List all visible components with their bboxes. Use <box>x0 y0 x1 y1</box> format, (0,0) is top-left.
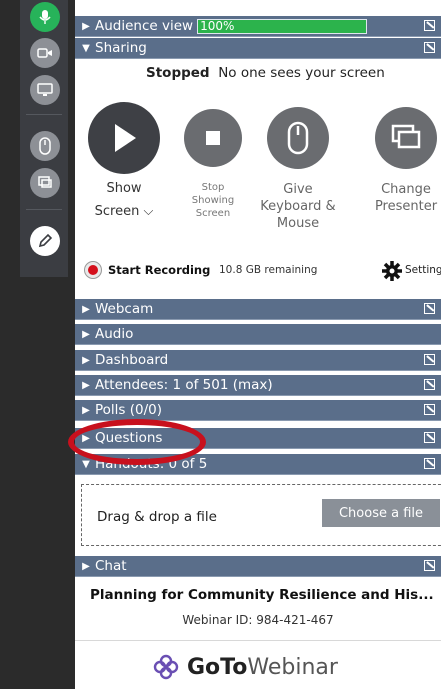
popout-icon[interactable] <box>424 354 435 365</box>
record-icon[interactable] <box>84 261 102 279</box>
chevron-down-icon: ⌵ <box>143 204 154 219</box>
screen-select-value: Screen <box>94 204 140 219</box>
audio-label: Audio <box>95 326 134 342</box>
recording-row: Start Recording 10.8 GB remaining Settin… <box>75 257 441 283</box>
expand-arrow-icon: ▶ <box>82 404 90 416</box>
divider <box>75 640 441 641</box>
start-recording-button[interactable]: Start Recording <box>108 263 210 277</box>
choose-file-button[interactable]: Choose a file <box>322 499 440 527</box>
dashboard-bar[interactable]: ▶ Dashboard <box>75 350 441 371</box>
collapse-arrow-icon: ▼ <box>82 458 90 470</box>
sharing-status: Stopped No one sees your screen <box>75 65 441 81</box>
status-text: No one sees your screen <box>218 65 385 81</box>
expand-arrow-icon: ▶ <box>82 328 90 340</box>
storage-remaining: 10.8 GB remaining <box>219 264 318 276</box>
vertical-toolbar <box>20 0 68 277</box>
zoom-meter[interactable]: 100% <box>197 18 368 34</box>
mouse-icon[interactable] <box>267 107 329 169</box>
gear-icon <box>382 261 402 281</box>
give-keyboard-mouse-action[interactable]: Give Keyboard & Mouse <box>253 107 343 232</box>
stop-line2: Showing <box>191 195 235 206</box>
status-bold: Stopped <box>146 65 210 81</box>
change-line1: Change <box>381 182 431 197</box>
pen-icon[interactable] <box>30 226 60 256</box>
toolbar-divider <box>26 209 62 210</box>
logo-webinar: Webinar <box>247 654 338 680</box>
change-caption: Change Presenter <box>361 181 441 215</box>
mouse-icon[interactable] <box>30 131 60 161</box>
expand-arrow-icon: ▶ <box>82 354 90 366</box>
highlight-circle <box>68 419 206 465</box>
popout-icon[interactable] <box>424 20 435 31</box>
popout-icon[interactable] <box>424 303 435 314</box>
presenter-icon[interactable] <box>30 168 60 198</box>
popout-icon[interactable] <box>424 42 435 53</box>
give-line3: Mouse <box>276 216 320 231</box>
panel-gap <box>68 0 75 689</box>
left-edge <box>0 0 20 689</box>
webinar-id: Webinar ID: 984-421-467 <box>182 613 334 627</box>
stop-line1: Stop <box>201 182 225 193</box>
handouts-section: Drag & drop a file Choose a file <box>75 476 441 554</box>
popout-icon[interactable] <box>424 379 435 390</box>
webcam-icon[interactable] <box>30 38 60 68</box>
gotowebinar-logo: GoToWebinar <box>153 652 338 682</box>
give-caption: Give Keyboard & Mouse <box>253 181 343 232</box>
attendees-bar[interactable]: ▶ Attendees: 1 of 501 (max) <box>75 375 441 396</box>
audience-view-label: Audience view <box>95 18 194 34</box>
change-line2: Presenter <box>374 199 438 214</box>
attendees-label: Attendees: 1 of 501 (max) <box>95 377 273 393</box>
webcam-label: Webcam <box>95 301 154 317</box>
audience-view-bar[interactable]: ▶ Audience view 100% <box>75 16 441 37</box>
audio-bar[interactable]: ▶ Audio <box>75 324 441 345</box>
recording-settings-button[interactable]: Settings <box>381 260 441 281</box>
webcam-bar[interactable]: ▶ Webcam <box>75 299 441 320</box>
screen-select[interactable]: Screen ⌵ <box>79 203 169 220</box>
microphone-icon[interactable] <box>30 2 60 32</box>
chat-bar[interactable]: ▶ Chat <box>75 556 441 577</box>
webinar-title-text: Planning for Community Resilience and Hi… <box>90 587 434 603</box>
sharing-section: Stopped No one sees your screen Show Scr… <box>75 59 441 259</box>
control-panel: ▶ Audience view 100% ▼ Sharing Stopped N… <box>75 0 441 689</box>
chat-label: Chat <box>95 558 127 574</box>
give-line1: Give <box>283 182 313 197</box>
popout-icon[interactable] <box>424 560 435 571</box>
settings-label: Settings <box>405 264 441 276</box>
flower-logo-icon <box>153 654 179 680</box>
popout-icon[interactable] <box>424 432 435 443</box>
drop-text: Drag & drop a file <box>97 509 217 525</box>
sharing-label: Sharing <box>95 40 147 56</box>
popout-icon[interactable] <box>424 458 435 469</box>
stop-icon[interactable] <box>184 109 242 167</box>
logo-goto: GoTo <box>187 654 248 680</box>
sharing-bar[interactable]: ▼ Sharing <box>75 38 441 59</box>
polls-bar[interactable]: ▶ Polls (0/0) <box>75 400 441 421</box>
stop-caption: Stop Showing Screen <box>168 181 258 220</box>
expand-arrow-icon: ▶ <box>82 20 90 32</box>
collapse-arrow-icon: ▼ <box>82 42 90 54</box>
stop-showing-action[interactable]: Stop Showing Screen <box>168 109 258 220</box>
show-label: Show <box>106 181 142 196</box>
give-line2: Keyboard & <box>260 199 336 214</box>
stop-line3: Screen <box>195 208 231 219</box>
presenter-icon[interactable] <box>375 107 437 169</box>
sharing-actions: Show Screen ⌵ Stop Showing Screen Give K… <box>75 102 441 249</box>
screen-share-icon[interactable] <box>30 75 60 105</box>
expand-arrow-icon: ▶ <box>82 379 90 391</box>
popout-icon[interactable] <box>424 404 435 415</box>
webinar-title: Planning for Community Resilience and Hi… <box>75 587 441 603</box>
toolbar-divider <box>26 114 62 115</box>
polls-label: Polls (0/0) <box>95 402 163 418</box>
play-icon[interactable] <box>88 102 160 174</box>
change-presenter-action[interactable]: Change Presenter <box>361 107 441 215</box>
expand-arrow-icon: ▶ <box>82 560 90 572</box>
expand-arrow-icon: ▶ <box>82 303 90 315</box>
show-screen-action[interactable]: Show Screen ⌵ <box>79 102 169 220</box>
dashboard-label: Dashboard <box>95 352 169 368</box>
